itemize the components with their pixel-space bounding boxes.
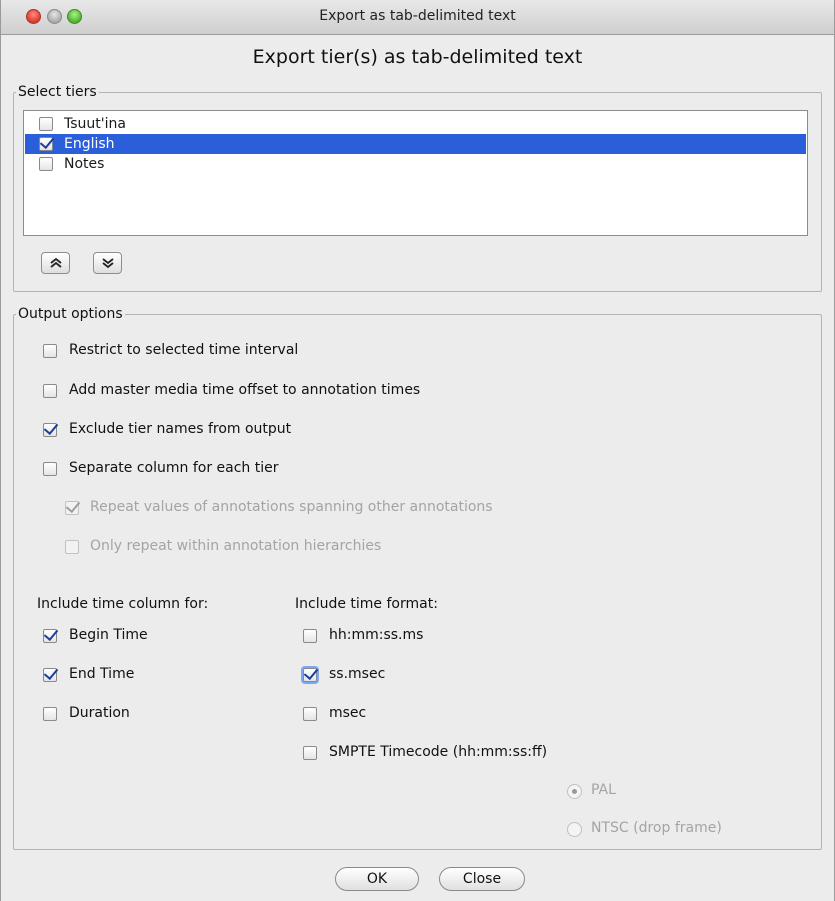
list-item[interactable]: Notes <box>25 154 806 174</box>
select-tiers-legend: Select tiers <box>18 84 97 100</box>
msec-checkbox[interactable] <box>303 707 317 721</box>
separate-column-checkbox[interactable] <box>43 462 57 476</box>
smpte-checkbox[interactable] <box>303 746 317 760</box>
ok-button[interactable]: OK <box>335 867 419 891</box>
repeat-values-label: Repeat values of annotations spanning ot… <box>90 499 493 515</box>
move-up-button[interactable] <box>41 252 70 274</box>
output-options-legend: Output options <box>18 306 123 322</box>
tier-checkbox[interactable] <box>39 157 53 171</box>
only-repeat-label: Only repeat within annotation hierarchie… <box>90 538 382 554</box>
tier-label: Notes <box>64 156 105 172</box>
repeat-values-checkbox[interactable] <box>65 501 79 515</box>
pal-radio[interactable] <box>567 784 582 799</box>
smpte-label: SMPTE Timecode (hh:mm:ss:ff) <box>329 744 548 760</box>
end-time-checkbox[interactable] <box>43 668 57 682</box>
exclude-tier-names-label: Exclude tier names from output <box>69 421 292 437</box>
hhmmss-label: hh:mm:ss.ms <box>329 627 424 643</box>
export-dialog-window: Export as tab-delimited text Export tier… <box>0 0 835 901</box>
exclude-tier-names-checkbox[interactable] <box>43 423 57 437</box>
chevron-double-down-icon <box>101 258 114 269</box>
tier-list[interactable]: Tsuut'ina English Notes <box>23 110 808 236</box>
move-down-button[interactable] <box>93 252 122 274</box>
begin-time-label: Begin Time <box>69 627 148 643</box>
only-repeat-checkbox[interactable] <box>65 540 79 554</box>
restrict-interval-checkbox[interactable] <box>43 344 57 358</box>
list-item[interactable]: Tsuut'ina <box>25 114 806 134</box>
ntsc-radio[interactable] <box>567 822 582 837</box>
tier-checkbox[interactable] <box>39 117 53 131</box>
begin-time-checkbox[interactable] <box>43 629 57 643</box>
chevron-double-up-icon <box>49 257 62 268</box>
ssmsec-label: ss.msec <box>329 666 386 682</box>
time-format-heading: Include time format: <box>295 596 438 612</box>
close-button[interactable]: Close <box>439 867 525 891</box>
ntsc-label: NTSC (drop frame) <box>591 820 722 836</box>
hhmmss-checkbox[interactable] <box>303 629 317 643</box>
window-title: Export as tab-delimited text <box>319 8 516 24</box>
msec-label: msec <box>329 705 367 721</box>
list-item[interactable]: English <box>25 134 806 154</box>
ssmsec-checkbox[interactable] <box>303 668 317 682</box>
end-time-label: End Time <box>69 666 135 682</box>
tier-label: Tsuut'ina <box>64 116 126 132</box>
pal-label: PAL <box>591 782 616 798</box>
title-bar[interactable]: Export as tab-delimited text <box>1 0 834 35</box>
add-offset-label: Add master media time offset to annotati… <box>69 382 421 398</box>
add-offset-checkbox[interactable] <box>43 384 57 398</box>
time-column-heading: Include time column for: <box>37 596 209 612</box>
dialog-heading: Export tier(s) as tab-delimited text <box>252 46 583 68</box>
restrict-interval-label: Restrict to selected time interval <box>69 342 299 358</box>
separate-column-label: Separate column for each tier <box>69 460 279 476</box>
tier-label: English <box>64 136 115 152</box>
duration-checkbox[interactable] <box>43 707 57 721</box>
tier-checkbox[interactable] <box>39 137 53 151</box>
duration-label: Duration <box>69 705 130 721</box>
